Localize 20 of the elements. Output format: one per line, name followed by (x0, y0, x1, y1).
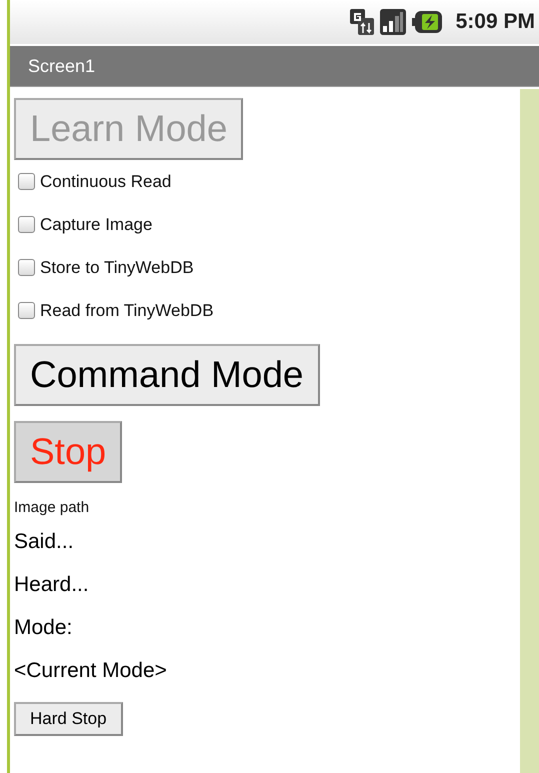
checkbox-label[interactable]: Read from TinyWebDB (40, 300, 214, 320)
checkbox[interactable] (18, 173, 35, 190)
text-label: Said... (14, 530, 74, 555)
checkbox[interactable] (18, 259, 35, 276)
checkbox-label[interactable]: Store to TinyWebDB (40, 258, 194, 278)
battery-charging-icon (412, 11, 442, 33)
text-label: Mode: (14, 616, 72, 641)
checkbox-label[interactable]: Capture Image (40, 214, 152, 234)
checkbox[interactable] (18, 216, 35, 233)
text-label: <Current Mode> (14, 659, 167, 684)
image-path-label: Image path (14, 499, 90, 516)
screen-title: Screen1 (28, 56, 96, 76)
clock-time: 5:09 PM (456, 10, 535, 34)
text-label: Heard... (14, 573, 89, 598)
mode-button[interactable]: Command Mode (14, 344, 320, 406)
checkbox[interactable] (18, 302, 35, 319)
data-connection-icon (350, 9, 374, 35)
checkbox-label[interactable]: Continuous Read (40, 172, 172, 192)
signal-icon (380, 9, 406, 35)
hard-stop-button[interactable]: Hard Stop (14, 702, 123, 736)
